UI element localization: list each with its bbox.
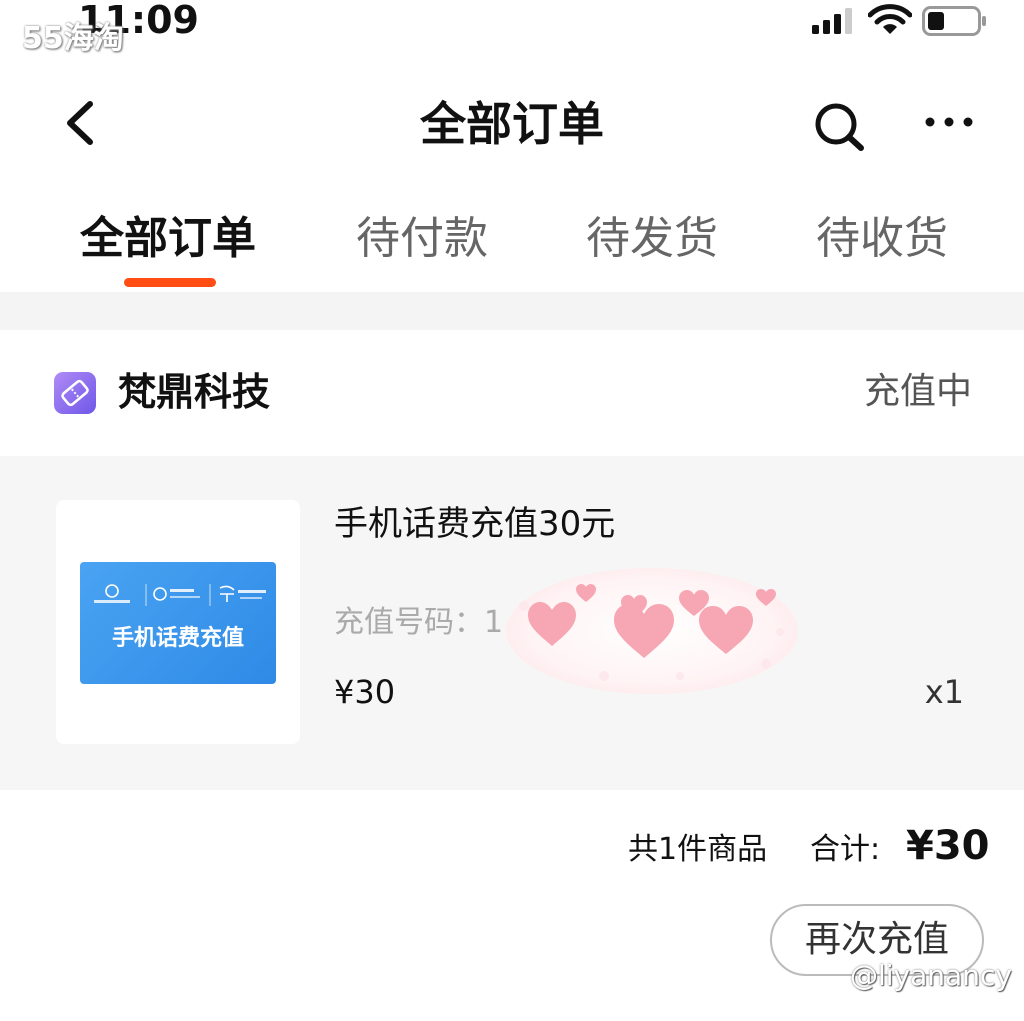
total-amount: ¥30	[906, 823, 990, 869]
wifi-icon	[868, 4, 912, 34]
signal-icon	[812, 8, 852, 34]
total-item-count: 共1件商品	[628, 832, 768, 867]
tab-pending-receipt[interactable]: 待收货	[816, 212, 948, 266]
hearts-sticker-icon	[506, 568, 798, 694]
tab-all-orders[interactable]: 全部订单	[80, 212, 256, 266]
watermark-bottom: @liyanancy	[850, 959, 1012, 992]
item-quantity: x1	[924, 673, 964, 711]
item-price: ¥30	[334, 673, 396, 711]
tab-pending-shipment[interactable]: 待发货	[586, 212, 718, 266]
tab-pending-payment[interactable]: 待付款	[356, 212, 488, 266]
search-icon[interactable]	[812, 100, 868, 152]
more-icon[interactable]	[924, 114, 974, 130]
thumbnail-banner	[80, 562, 276, 684]
order-status: 充值中	[863, 371, 972, 412]
thumbnail-text: 手机话费充值	[111, 626, 244, 651]
active-tab-indicator	[124, 278, 216, 287]
shop-name[interactable]: 梵鼎科技	[118, 368, 270, 416]
shop-icon	[54, 372, 96, 414]
watermark-top: 55海淘	[22, 21, 124, 56]
total-label: 合计:	[810, 832, 881, 867]
recharge-number: 充值号码：1	[334, 605, 504, 640]
page-title: 全部订单	[420, 97, 604, 151]
battery-icon	[922, 6, 986, 36]
carrier-logos-icon	[94, 584, 266, 606]
section-divider	[0, 292, 1024, 330]
item-name[interactable]: 手机话费充值30元	[334, 500, 615, 548]
